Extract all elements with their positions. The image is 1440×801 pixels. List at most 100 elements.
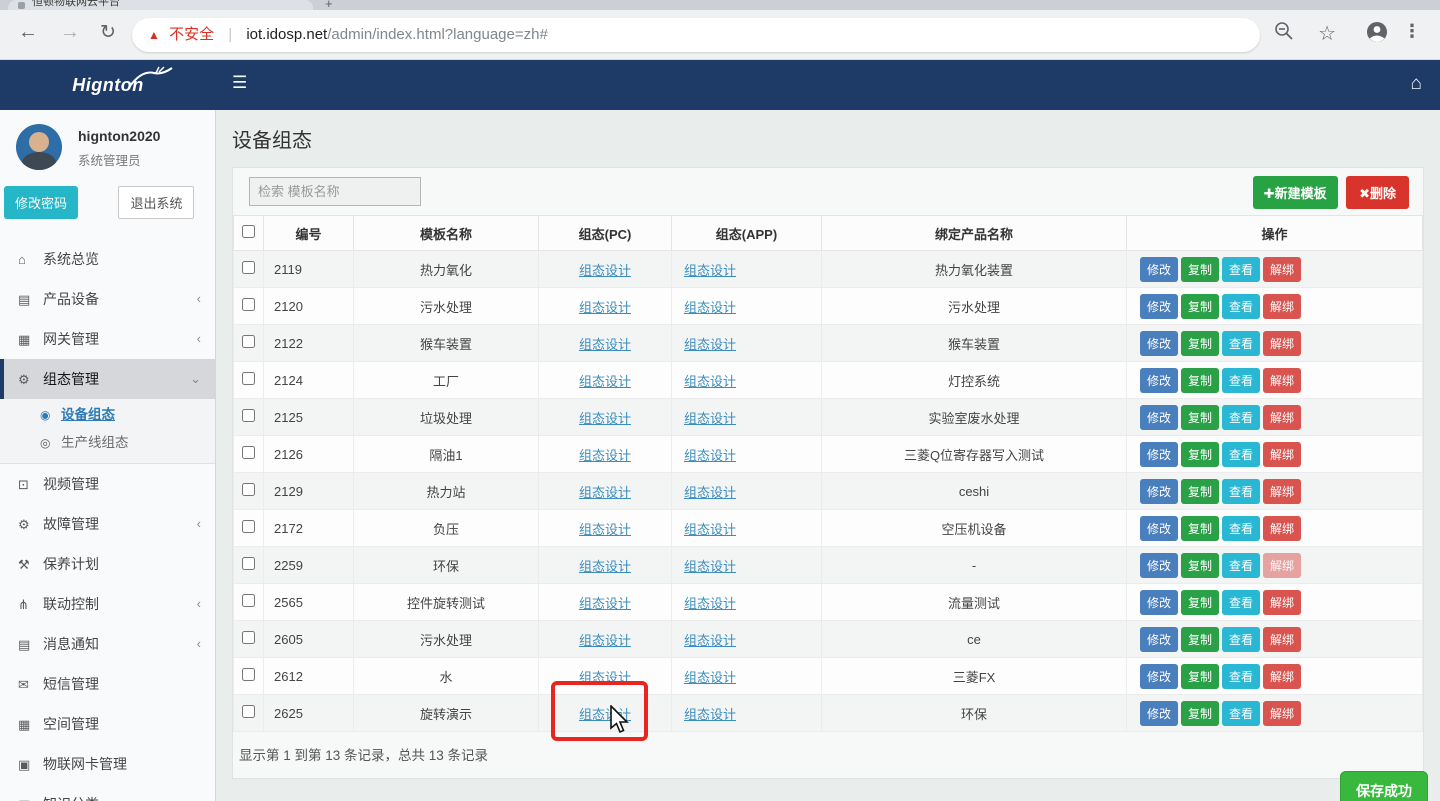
sidebar-item[interactable]: ✉短信管理 (0, 664, 215, 704)
home-icon[interactable]: ⌂ (1411, 73, 1422, 95)
sidebar-item[interactable]: ⌂系统总览 (0, 239, 215, 279)
delete-button[interactable]: ✖删除 (1346, 176, 1409, 209)
zoom-out-icon[interactable] (1274, 21, 1294, 46)
logout-button[interactable]: 退出系统 (118, 186, 194, 219)
app-design-link[interactable]: 组态设计 (684, 485, 736, 500)
row-checkbox[interactable] (242, 372, 255, 385)
sidebar-subitem[interactable]: ◎生产线组态 (0, 429, 215, 457)
new-template-button[interactable]: ✚新建模板 (1253, 176, 1338, 209)
copy-button[interactable]: 复制 (1181, 516, 1219, 541)
sidebar-item[interactable]: ⊡视频管理 (0, 464, 215, 504)
bookmark-star-icon[interactable]: ☆ (1318, 21, 1336, 46)
view-button[interactable]: 查看 (1222, 516, 1260, 541)
copy-button[interactable]: 复制 (1181, 294, 1219, 319)
sidebar-item[interactable]: ▤产品设备‹ (0, 279, 215, 319)
row-checkbox[interactable] (242, 409, 255, 422)
edit-button[interactable]: 修改 (1140, 516, 1178, 541)
pc-design-link[interactable]: 组态设计 (579, 633, 631, 648)
pc-design-link[interactable]: 组态设计 (579, 300, 631, 315)
unbind-button[interactable]: 解绑 (1263, 405, 1301, 430)
row-checkbox[interactable] (242, 594, 255, 607)
back-icon[interactable]: ← (18, 21, 38, 44)
row-checkbox[interactable] (242, 298, 255, 311)
browser-tab[interactable]: 恒顿物联网云平台 (8, 0, 313, 10)
unbind-button[interactable]: 解绑 (1263, 516, 1301, 541)
copy-button[interactable]: 复制 (1181, 331, 1219, 356)
sidebar-item[interactable]: ▣物联网卡管理 (0, 744, 215, 784)
app-design-link[interactable]: 组态设计 (684, 263, 736, 278)
edit-button[interactable]: 修改 (1140, 294, 1178, 319)
row-checkbox[interactable] (242, 520, 255, 533)
view-button[interactable]: 查看 (1222, 590, 1260, 615)
sidebar-item[interactable]: ⋔联动控制‹ (0, 584, 215, 624)
view-button[interactable]: 查看 (1222, 294, 1260, 319)
edit-button[interactable]: 修改 (1140, 405, 1178, 430)
app-design-link[interactable]: 组态设计 (684, 448, 736, 463)
pc-design-link[interactable]: 组态设计 (579, 263, 631, 278)
unbind-button[interactable]: 解绑 (1263, 664, 1301, 689)
row-checkbox[interactable] (242, 631, 255, 644)
edit-button[interactable]: 修改 (1140, 590, 1178, 615)
row-checkbox[interactable] (242, 668, 255, 681)
app-design-link[interactable]: 组态设计 (684, 596, 736, 611)
copy-button[interactable]: 复制 (1181, 627, 1219, 652)
edit-button[interactable]: 修改 (1140, 368, 1178, 393)
app-design-link[interactable]: 组态设计 (684, 411, 736, 426)
view-button[interactable]: 查看 (1222, 479, 1260, 504)
copy-button[interactable]: 复制 (1181, 664, 1219, 689)
pc-design-link[interactable]: 组态设计 (579, 670, 631, 685)
edit-button[interactable]: 修改 (1140, 627, 1178, 652)
pc-design-link[interactable]: 组态设计 (579, 559, 631, 574)
copy-button[interactable]: 复制 (1181, 368, 1219, 393)
unbind-button[interactable]: 解绑 (1263, 257, 1301, 282)
hamburger-icon[interactable]: ☰ (232, 73, 247, 93)
unbind-button[interactable]: 解绑 (1263, 590, 1301, 615)
address-bar[interactable]: ▲ 不安全 | iot.idosp.net/admin/index.html?l… (132, 18, 1260, 52)
app-design-link[interactable]: 组态设计 (684, 300, 736, 315)
row-checkbox[interactable] (242, 483, 255, 496)
copy-button[interactable]: 复制 (1181, 701, 1219, 726)
sidebar-subitem[interactable]: ◉设备组态 (0, 401, 215, 429)
forward-icon[interactable]: → (60, 21, 80, 44)
edit-button[interactable]: 修改 (1140, 442, 1178, 467)
app-design-link[interactable]: 组态设计 (684, 522, 736, 537)
copy-button[interactable]: 复制 (1181, 479, 1219, 504)
row-checkbox[interactable] (242, 705, 255, 718)
unbind-button[interactable]: 解绑 (1263, 331, 1301, 356)
sidebar-item[interactable]: ⚙组态管理⌄ (0, 359, 215, 399)
unbind-button[interactable]: 解绑 (1263, 479, 1301, 504)
pc-design-link[interactable]: 组态设计 (579, 707, 631, 722)
row-checkbox[interactable] (242, 557, 255, 570)
copy-button[interactable]: 复制 (1181, 405, 1219, 430)
sidebar-item[interactable]: ▤知识分类 (0, 784, 215, 801)
app-design-link[interactable]: 组态设计 (684, 559, 736, 574)
unbind-button[interactable]: 解绑 (1263, 701, 1301, 726)
select-all-checkbox[interactable] (242, 225, 255, 238)
edit-button[interactable]: 修改 (1140, 553, 1178, 578)
unbind-button[interactable]: 解绑 (1263, 627, 1301, 652)
view-button[interactable]: 查看 (1222, 553, 1260, 578)
search-input[interactable] (249, 177, 421, 206)
sidebar-item[interactable]: ▦空间管理 (0, 704, 215, 744)
unbind-button[interactable]: 解绑 (1263, 442, 1301, 467)
row-checkbox[interactable] (242, 335, 255, 348)
pc-design-link[interactable]: 组态设计 (579, 448, 631, 463)
sidebar-item[interactable]: ▦网关管理‹ (0, 319, 215, 359)
app-design-link[interactable]: 组态设计 (684, 670, 736, 685)
unbind-button[interactable]: 解绑 (1263, 294, 1301, 319)
pc-design-link[interactable]: 组态设计 (579, 337, 631, 352)
pc-design-link[interactable]: 组态设计 (579, 596, 631, 611)
edit-button[interactable]: 修改 (1140, 664, 1178, 689)
security-label[interactable]: 不安全 (169, 26, 214, 43)
app-design-link[interactable]: 组态设计 (684, 633, 736, 648)
copy-button[interactable]: 复制 (1181, 590, 1219, 615)
sidebar-item[interactable]: ⚒保养计划 (0, 544, 215, 584)
pc-design-link[interactable]: 组态设计 (579, 485, 631, 500)
row-checkbox[interactable] (242, 261, 255, 274)
pc-design-link[interactable]: 组态设计 (579, 411, 631, 426)
view-button[interactable]: 查看 (1222, 442, 1260, 467)
app-design-link[interactable]: 组态设计 (684, 707, 736, 722)
menu-dots-icon[interactable]: ⋮ (1403, 21, 1422, 42)
reload-icon[interactable]: ↻ (100, 21, 116, 44)
copy-button[interactable]: 复制 (1181, 442, 1219, 467)
